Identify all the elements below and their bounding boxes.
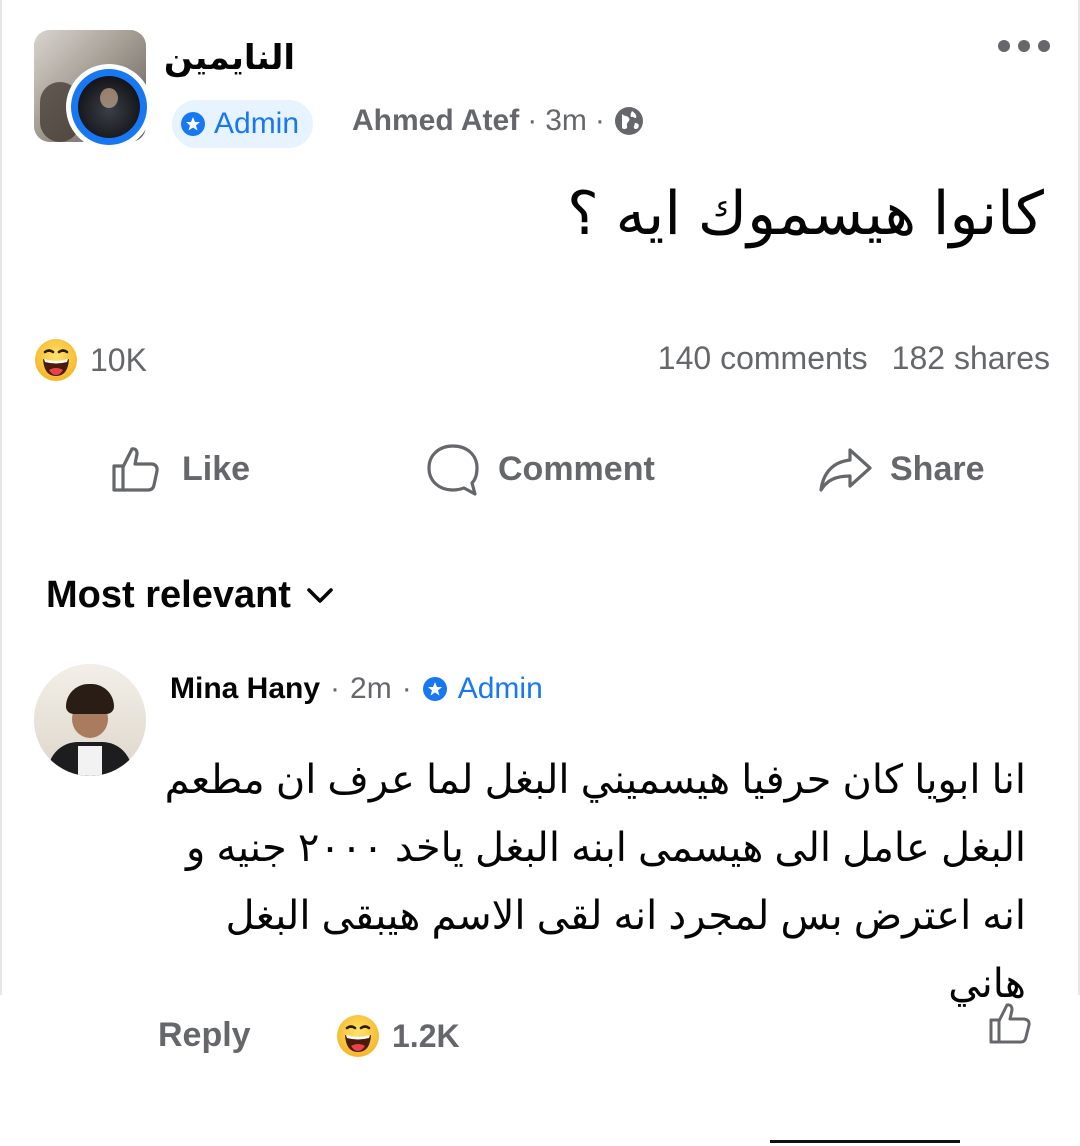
comment-header: Mina Hany · 2m · Admin — [170, 672, 543, 706]
post-stats: 140 comments 182 shares — [658, 340, 1050, 377]
comment-icon — [427, 444, 479, 496]
post-text: كانوا هيسموك ايه ؟ — [566, 180, 1044, 247]
comment-actions: Reply 1.2K — [158, 1015, 460, 1057]
comment-label: Comment — [498, 449, 655, 488]
comment-reactions[interactable]: 1.2K — [336, 1014, 460, 1058]
reaction-count: 10K — [90, 341, 147, 378]
group-name[interactable]: النايمين — [164, 38, 295, 78]
like-icon — [989, 1003, 1031, 1044]
separator: · — [330, 672, 341, 705]
chevron-down-icon — [307, 587, 333, 603]
shares-count[interactable]: 182 shares — [892, 340, 1050, 377]
admin-badge-icon — [181, 112, 205, 136]
commenter-avatar[interactable] — [34, 664, 146, 776]
admin-label: Admin — [214, 107, 300, 140]
share-button[interactable]: Share — [816, 440, 985, 498]
more-options-button[interactable] — [998, 40, 1050, 52]
left-border — [0, 0, 2, 995]
post-time[interactable]: 3m — [545, 104, 587, 138]
share-icon — [819, 448, 872, 492]
author-avatar[interactable] — [66, 64, 152, 150]
like-icon — [112, 447, 159, 492]
separator: · — [401, 672, 412, 705]
post-reactions[interactable]: 10K — [34, 338, 147, 382]
commenter-admin-label: Admin — [457, 672, 543, 705]
comment-sort-dropdown[interactable]: Most relevant — [46, 574, 335, 617]
admin-badge-icon — [422, 677, 447, 701]
separator: · — [527, 104, 538, 137]
sort-label: Most relevant — [46, 574, 291, 616]
comment-reaction-count: 1.2K — [392, 1017, 460, 1054]
post-author[interactable]: Ahmed Atef — [352, 104, 519, 138]
reply-button[interactable]: Reply — [158, 1016, 251, 1055]
comment-time[interactable]: 2m — [350, 672, 392, 706]
globe-icon — [614, 107, 643, 135]
like-label: Like — [182, 449, 251, 488]
share-label: Share — [890, 449, 985, 488]
more-icon — [998, 40, 1010, 52]
commenter-name[interactable]: Mina Hany — [170, 672, 320, 706]
admin-badge: Admin — [172, 100, 314, 148]
post-meta: Ahmed Atef · 3m · — [352, 104, 645, 138]
comment-text: انا ابويا كان حرفيا هيسميني البغل لما عر… — [164, 758, 1026, 1006]
home-indicator — [770, 1140, 960, 1143]
comments-count[interactable]: 140 comments — [658, 340, 868, 377]
haha-icon — [337, 1015, 379, 1057]
comment-button[interactable]: Comment — [424, 440, 655, 498]
comment-like-button[interactable] — [986, 998, 1036, 1048]
like-button[interactable]: Like — [108, 440, 250, 498]
separator: · — [594, 104, 605, 137]
haha-icon — [35, 339, 77, 381]
